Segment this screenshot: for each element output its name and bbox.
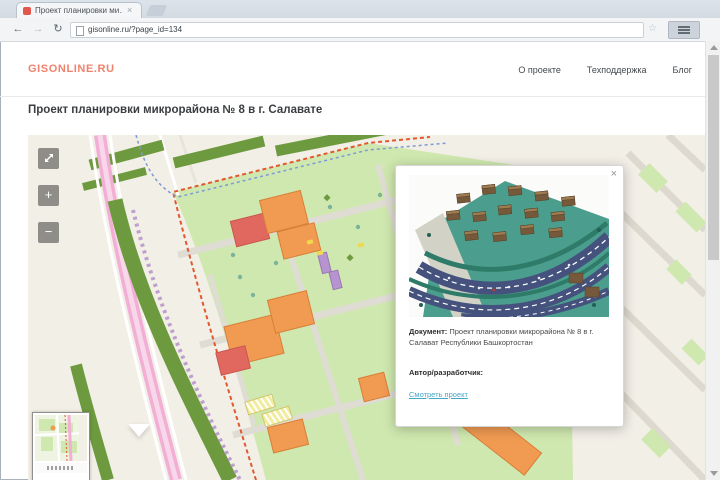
- view-project-link[interactable]: Смотреть проект: [409, 390, 468, 399]
- site-nav: О проекте Техподдержка Блог: [518, 65, 692, 75]
- forward-icon[interactable]: →: [30, 21, 46, 37]
- zoom-out-button[interactable]: −: [38, 222, 59, 243]
- popup-author-line: Автор/разработчик:: [409, 368, 483, 377]
- browser-menu-button[interactable]: [668, 21, 700, 39]
- nav-support[interactable]: Техподдержка: [587, 65, 647, 75]
- fullscreen-button[interactable]: [38, 148, 59, 169]
- minimap-attribution: [35, 463, 87, 473]
- expand-arrows-icon: [44, 154, 53, 162]
- site-logo[interactable]: GISONLINE.RU: [28, 63, 115, 75]
- scrollbar-thumb[interactable]: [708, 55, 719, 260]
- menu-icon: [678, 26, 690, 28]
- header-divider: [0, 96, 705, 97]
- tab-title: Проект планировки ми…: [35, 6, 123, 15]
- page-title: Проект планировки микрорайона № 8 в г. С…: [28, 104, 323, 116]
- back-icon[interactable]: ←: [10, 21, 26, 37]
- document-label: Документ:: [409, 327, 448, 336]
- popup-close-icon[interactable]: ×: [611, 168, 617, 180]
- tab-close-icon[interactable]: ×: [127, 5, 132, 15]
- minimap-tiles: [35, 415, 87, 461]
- bookmark-star-icon[interactable]: ☆: [648, 23, 657, 34]
- scroll-up-icon[interactable]: [710, 45, 718, 50]
- nav-blog[interactable]: Блог: [673, 65, 692, 75]
- zoom-in-button[interactable]: +: [38, 185, 59, 206]
- url-text: gisonline.ru/?page_id=134: [88, 25, 183, 34]
- address-bar[interactable]: gisonline.ru/?page_id=134: [70, 22, 644, 38]
- overview-minimap[interactable]: [32, 412, 90, 480]
- new-tab-button[interactable]: [145, 5, 168, 16]
- map-canvas[interactable]: + − × Документ: Проект планировки микрор…: [28, 135, 705, 480]
- refresh-icon[interactable]: ↻: [50, 21, 66, 37]
- nav-about[interactable]: О проекте: [518, 65, 560, 75]
- popup-document-line: Документ: Проект планировки микрорайона …: [409, 326, 611, 349]
- map-popup: × Документ: Проект планировки микрорайон…: [395, 165, 624, 427]
- tab-strip: Проект планировки ми… ×: [0, 0, 720, 19]
- scroll-down-icon[interactable]: [710, 471, 718, 476]
- browser-toolbar: ← → ↻ gisonline.ru/?page_id=134 ☆: [0, 18, 720, 42]
- page-scrollbar[interactable]: [705, 41, 720, 480]
- page-icon: [76, 26, 84, 36]
- project-render-image: [406, 175, 614, 323]
- browser-tab[interactable]: Проект планировки ми… ×: [16, 2, 142, 19]
- favicon: [23, 7, 31, 15]
- popup-pointer: [128, 424, 150, 437]
